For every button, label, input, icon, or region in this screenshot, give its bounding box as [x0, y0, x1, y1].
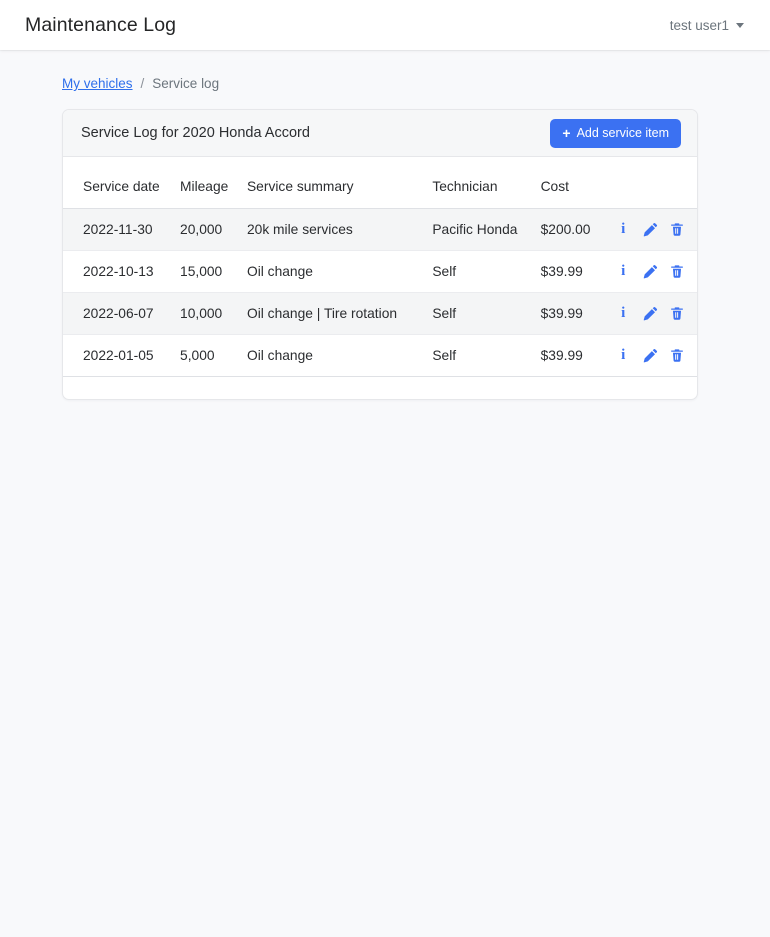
row-action-group: i	[609, 263, 689, 280]
cell-service-date: 2022-11-30	[63, 208, 173, 251]
cell-mileage: 20,000	[172, 208, 239, 251]
chevron-down-icon	[736, 22, 744, 28]
cell-cost: $39.99	[532, 334, 602, 377]
card-header: Service Log for 2020 Honda Accord + Add …	[63, 110, 697, 157]
column-header-cost: Cost	[532, 173, 602, 209]
row-action-group: i	[609, 305, 689, 322]
cell-service-date: 2022-01-05	[63, 334, 173, 377]
add-service-item-button[interactable]: + Add service item	[550, 118, 681, 148]
table-row: 2022-06-07 10,000 Oil change | Tire rota…	[63, 292, 697, 335]
trash-icon[interactable]	[669, 221, 685, 238]
top-navbar: Maintenance Log test user1	[0, 0, 770, 50]
cell-technician: Self	[424, 292, 533, 335]
page-content: My vehicles / Service log Service Log fo…	[0, 50, 770, 400]
breadcrumb-separator: /	[140, 76, 145, 91]
cell-actions: i	[601, 292, 697, 335]
pencil-icon[interactable]	[642, 221, 658, 238]
info-icon[interactable]: i	[615, 263, 631, 280]
table-row: 2022-10-13 15,000 Oil change Self $39.99…	[63, 250, 697, 293]
cell-cost: $200.00	[532, 208, 602, 251]
row-action-group: i	[609, 221, 689, 238]
cell-service-date: 2022-10-13	[63, 250, 173, 293]
info-icon[interactable]: i	[615, 347, 631, 364]
breadcrumb-current-service-log: Service log	[152, 76, 220, 91]
trash-icon[interactable]	[669, 305, 685, 322]
cell-mileage: 15,000	[172, 250, 239, 293]
pencil-icon[interactable]	[642, 347, 658, 364]
breadcrumb-link-my-vehicles[interactable]: My vehicles	[62, 76, 133, 91]
cell-service-date: 2022-06-07	[63, 292, 173, 335]
info-icon-glyph: i	[621, 263, 626, 279]
column-header-actions	[601, 173, 697, 209]
column-header-service-date: Service date	[63, 173, 173, 209]
trash-icon[interactable]	[669, 263, 685, 280]
cell-actions: i	[601, 250, 697, 293]
table-head: Service date Mileage Service summary Tec…	[63, 173, 697, 209]
cell-cost: $39.99	[532, 250, 602, 293]
column-header-mileage: Mileage	[172, 173, 239, 209]
plus-icon: +	[562, 124, 571, 141]
info-icon-glyph: i	[621, 305, 626, 321]
cell-actions: i	[601, 208, 697, 251]
service-log-card: Service Log for 2020 Honda Accord + Add …	[62, 109, 698, 400]
cell-mileage: 5,000	[172, 334, 239, 377]
cell-technician: Self	[424, 334, 533, 377]
pencil-icon[interactable]	[642, 263, 658, 280]
breadcrumb: My vehicles / Service log	[0, 76, 770, 91]
add-service-item-label: Add service item	[576, 126, 669, 140]
user-menu-label: test user1	[669, 17, 729, 33]
cell-technician: Pacific Honda	[424, 208, 533, 251]
service-log-table: Service date Mileage Service summary Tec…	[63, 173, 697, 377]
trash-icon[interactable]	[669, 347, 685, 364]
cell-mileage: 10,000	[172, 292, 239, 335]
info-icon[interactable]: i	[615, 221, 631, 238]
card-body: Service date Mileage Service summary Tec…	[63, 157, 697, 399]
cell-service-summary: 20k mile services	[238, 208, 425, 251]
info-icon-glyph: i	[621, 347, 626, 363]
cell-service-summary: Oil change | Tire rotation	[238, 292, 425, 335]
cell-service-summary: Oil change	[238, 250, 425, 293]
user-menu-dropdown[interactable]: test user1	[670, 18, 744, 33]
column-header-service-summary: Service summary	[238, 173, 425, 209]
table-row: 2022-01-05 5,000 Oil change Self $39.99 …	[63, 334, 697, 377]
table-header-row: Service date Mileage Service summary Tec…	[63, 173, 697, 209]
table-row: 2022-11-30 20,000 20k mile services Paci…	[63, 208, 697, 251]
row-action-group: i	[609, 347, 689, 364]
cell-cost: $39.99	[532, 292, 602, 335]
cell-service-summary: Oil change	[238, 334, 425, 377]
app-brand-title: Maintenance Log	[25, 13, 177, 36]
info-icon[interactable]: i	[615, 305, 631, 322]
info-icon-glyph: i	[621, 221, 626, 237]
cell-technician: Self	[424, 250, 533, 293]
table-body: 2022-11-30 20,000 20k mile services Paci…	[63, 208, 697, 377]
column-header-technician: Technician	[424, 173, 533, 209]
card-title: Service Log for 2020 Honda Accord	[81, 125, 310, 141]
pencil-icon[interactable]	[642, 305, 658, 322]
cell-actions: i	[601, 334, 697, 377]
